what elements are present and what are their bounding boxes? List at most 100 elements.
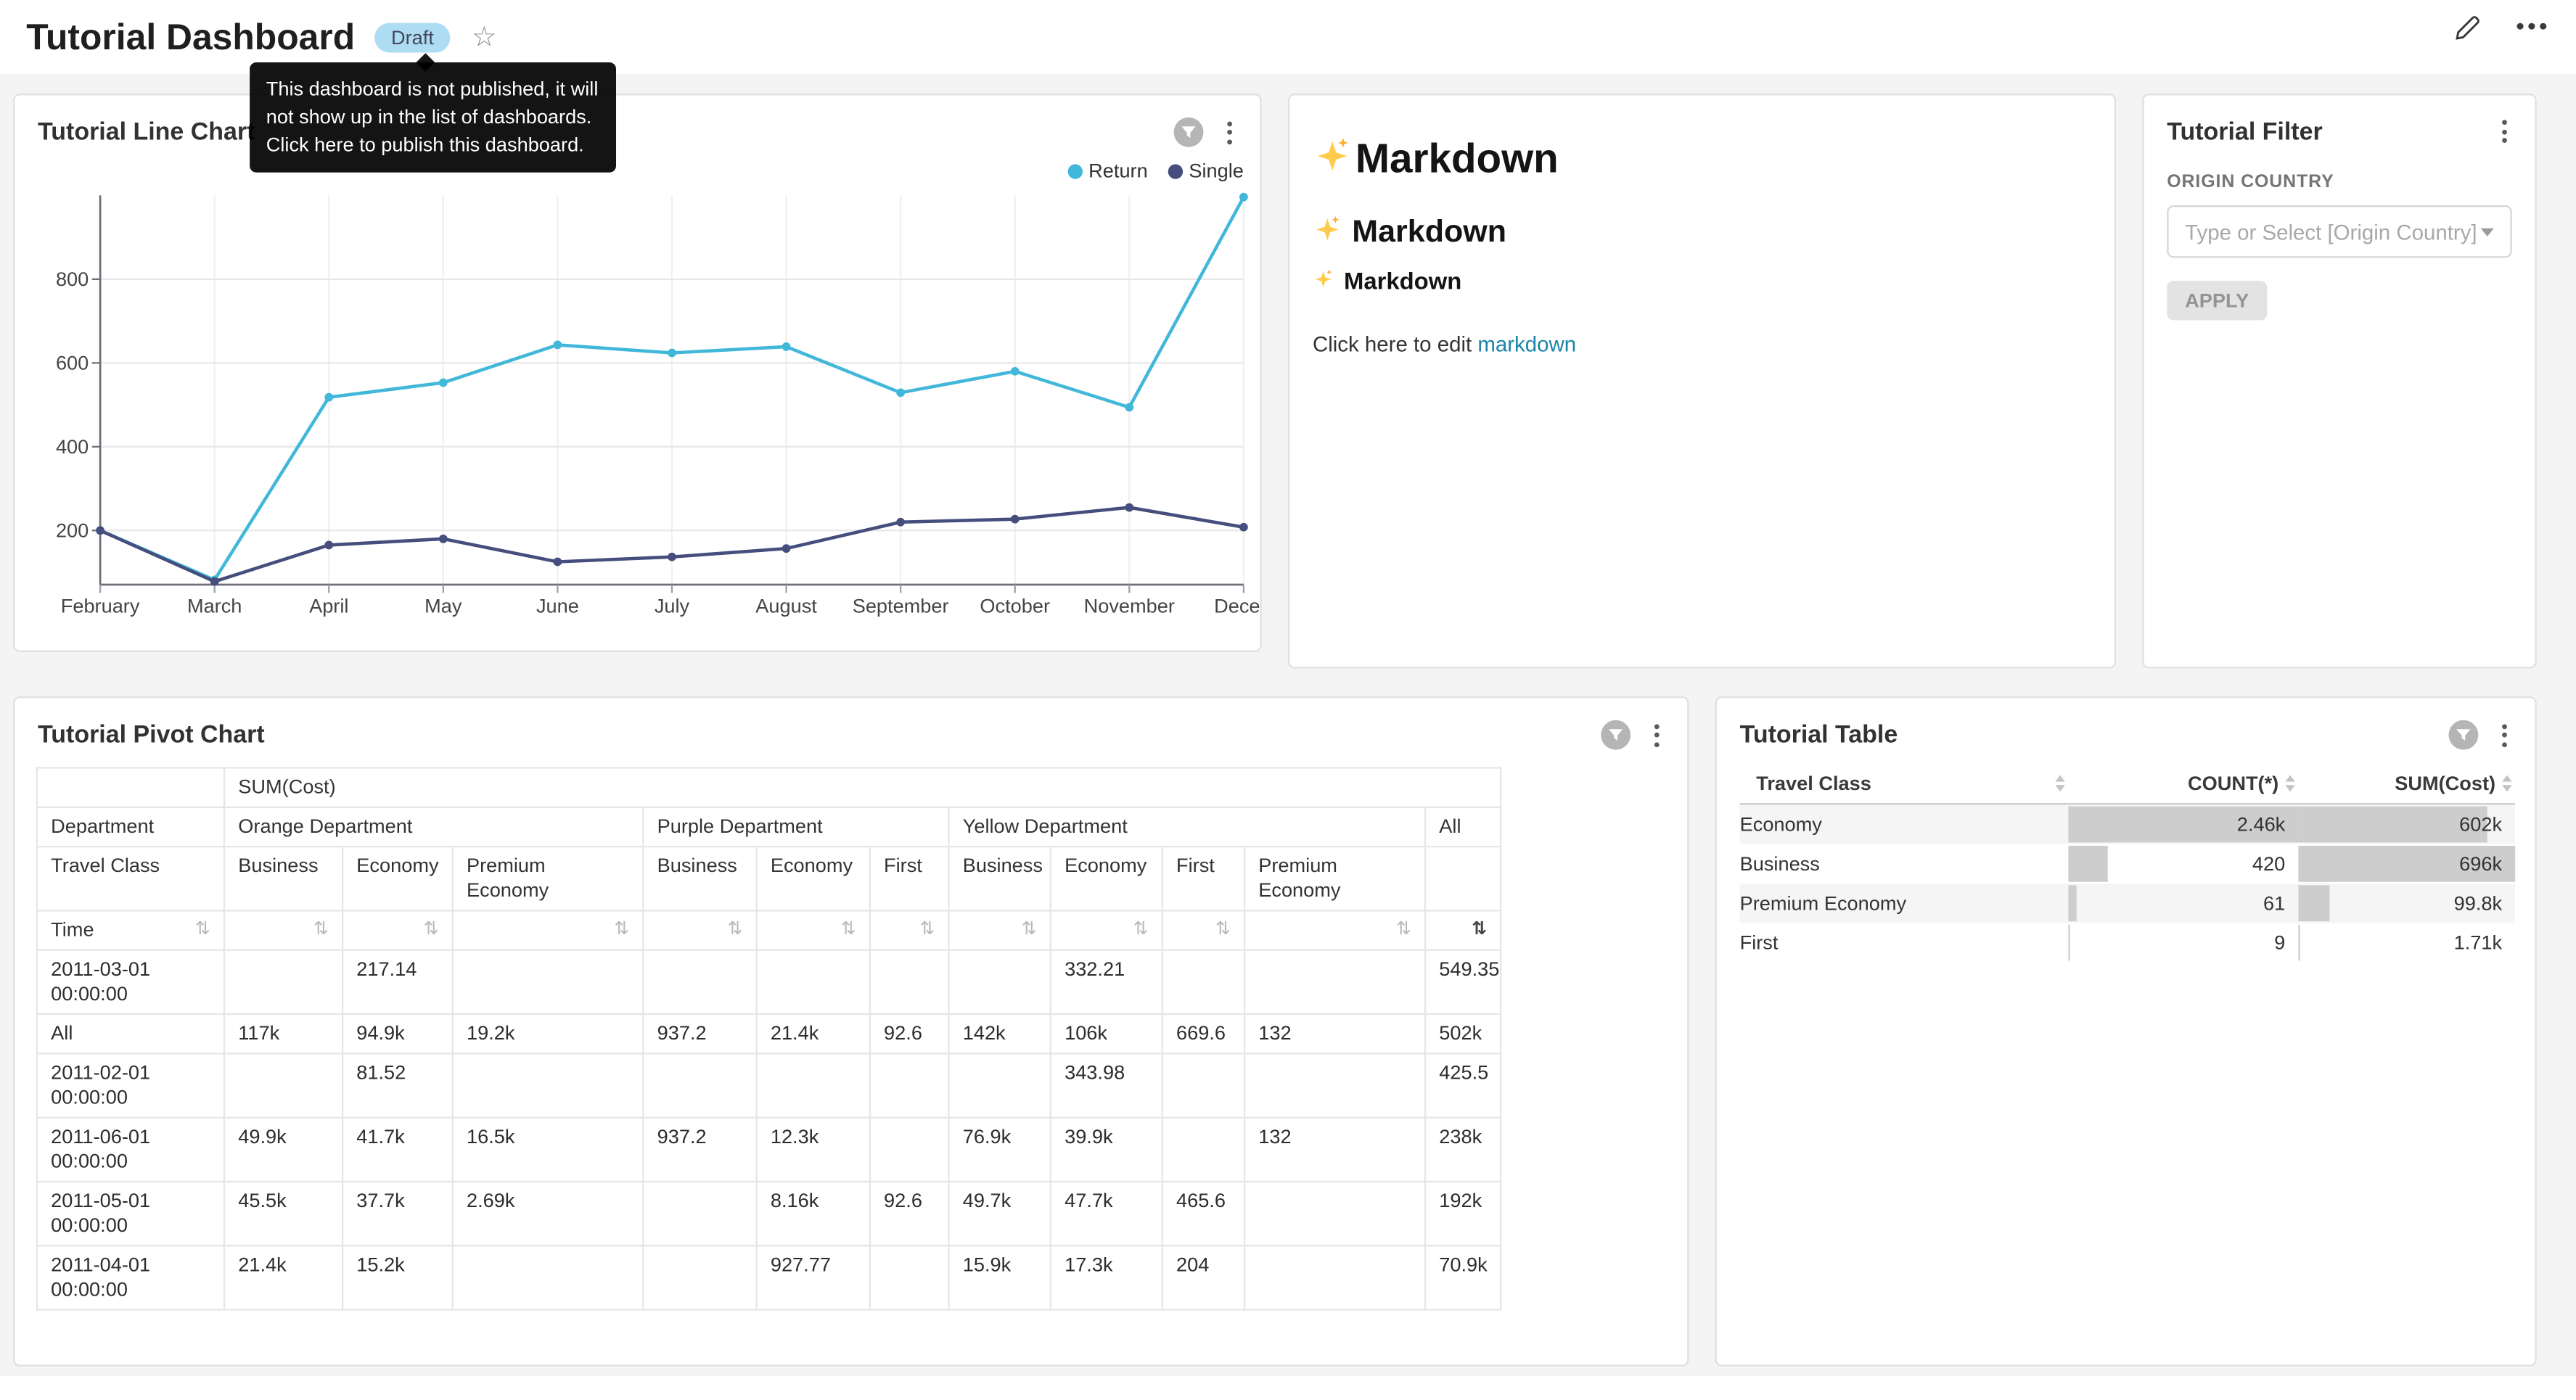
apply-button[interactable]: APPLY bbox=[2167, 281, 2267, 320]
kebab-menu-icon[interactable] bbox=[2494, 720, 2515, 750]
value-label: 61 bbox=[2068, 884, 2298, 923]
sparkles-icon bbox=[1313, 268, 1334, 295]
pivot-value-cell: 47.7k bbox=[1051, 1182, 1162, 1245]
pivot-value-cell: 669.6 bbox=[1162, 1014, 1244, 1053]
pivot-value-cell: 117k bbox=[224, 1014, 342, 1053]
data-point bbox=[324, 541, 333, 550]
legend-item-return[interactable]: Return bbox=[1067, 160, 1148, 183]
markdown-paragraph-text: Click here to edit bbox=[1313, 332, 1477, 356]
pivot-value-cell: 937.2 bbox=[643, 1118, 756, 1182]
unpublished-tooltip: This dashboard is not published, it will… bbox=[250, 62, 616, 173]
header-actions bbox=[2453, 13, 2550, 51]
pivot-sort-cell: ⇅ bbox=[453, 910, 644, 950]
data-point bbox=[668, 553, 676, 561]
pivot-subcolumn-header: Business bbox=[948, 847, 1050, 910]
pivot-subdimension-header: Travel Class bbox=[37, 847, 224, 910]
svg-text:August: August bbox=[755, 594, 817, 617]
kebab-menu-icon[interactable] bbox=[2494, 117, 2515, 147]
sort-icon[interactable]: ⇅ bbox=[1396, 918, 1411, 943]
value-cell: 420 bbox=[2068, 844, 2298, 884]
markdown-heading-3: Markdown bbox=[1313, 268, 2091, 295]
pivot-row: 2011-05-01 00:00:0045.5k37.7k2.69k8.16k9… bbox=[37, 1182, 1501, 1245]
line-chart-card: Tutorial Line Chart ReturnSingle 2004006… bbox=[13, 94, 1262, 652]
column-header-travel-class[interactable]: Travel Class bbox=[1740, 764, 2069, 804]
sort-icon-active[interactable]: ⇅ bbox=[1472, 918, 1487, 943]
origin-country-select[interactable]: Type or Select [Origin Country] bbox=[2167, 205, 2511, 258]
pivot-value-cell: 37.7k bbox=[342, 1182, 453, 1245]
pivot-sort-cell: ⇅ bbox=[224, 910, 342, 950]
markdown-heading-1: Markdown bbox=[1313, 135, 2091, 186]
origin-country-label: ORIGIN COUNTRY bbox=[2167, 173, 2511, 192]
table-row: First91.71k bbox=[1740, 923, 2516, 962]
pivot-value-cell bbox=[757, 950, 870, 1014]
pivot-value-cell: 39.9k bbox=[1051, 1118, 1162, 1182]
more-options-icon[interactable] bbox=[2516, 13, 2546, 39]
pivot-value-cell: 41.7k bbox=[342, 1118, 453, 1182]
kebab-menu-icon[interactable] bbox=[1646, 720, 1668, 750]
pivot-value-cell: 92.6 bbox=[870, 1014, 949, 1053]
data-point bbox=[210, 577, 219, 586]
edit-markdown-link[interactable]: markdown bbox=[1477, 332, 1576, 356]
svg-text:November: November bbox=[1084, 594, 1175, 617]
pivot-sort-cell: ⇅ bbox=[1051, 910, 1162, 950]
edit-dashboard-icon[interactable] bbox=[2453, 13, 2482, 51]
value-label: 696k bbox=[2298, 844, 2515, 884]
svg-text:200: 200 bbox=[56, 519, 89, 541]
pivot-value-cell: 8.16k bbox=[757, 1182, 870, 1245]
value-cell: 602k bbox=[2298, 804, 2515, 844]
sort-icon[interactable]: ⇅ bbox=[1133, 918, 1149, 943]
data-point bbox=[1239, 523, 1248, 532]
sort-icon[interactable]: ⇅ bbox=[313, 918, 329, 943]
sparkles-icon bbox=[1313, 135, 1352, 186]
data-point bbox=[896, 518, 905, 527]
data-point bbox=[668, 349, 676, 358]
line-chart-canvas[interactable]: 200400600800FebruaryMarchAprilMayJuneJul… bbox=[15, 161, 1261, 641]
sort-icon[interactable] bbox=[2285, 775, 2295, 792]
dashboard-page: Tutorial Dashboard Draft ☆ This dashboar… bbox=[0, 0, 2576, 1399]
pivot-value-cell: 132 bbox=[1244, 1014, 1425, 1053]
sort-icon[interactable]: ⇅ bbox=[1022, 918, 1037, 943]
column-header-count[interactable]: COUNT(*) bbox=[2068, 764, 2298, 804]
pivot-value-cell: 15.2k bbox=[342, 1245, 453, 1309]
pivot-subcolumn-header: First bbox=[1162, 847, 1244, 910]
legend-dot bbox=[1168, 163, 1182, 178]
pivot-value-cell: 16.5k bbox=[453, 1118, 644, 1182]
pivot-sort-cell: ⇅ bbox=[1162, 910, 1244, 950]
filter-indicator-icon[interactable] bbox=[1600, 720, 1631, 751]
sort-icon[interactable]: ⇅ bbox=[424, 918, 439, 943]
pivot-group-header: All bbox=[1425, 807, 1501, 847]
pivot-value-cell: 927.77 bbox=[757, 1245, 870, 1309]
draft-badge[interactable]: Draft bbox=[374, 22, 450, 52]
svg-text:March: March bbox=[187, 594, 242, 617]
sort-icon[interactable]: ⇅ bbox=[1215, 918, 1231, 943]
sort-icon[interactable]: ⇅ bbox=[919, 918, 935, 943]
sort-icon[interactable] bbox=[2502, 775, 2512, 792]
pivot-measure-header: SUM(Cost) bbox=[224, 767, 1501, 807]
svg-text:600: 600 bbox=[56, 351, 89, 374]
sort-icon[interactable]: ⇅ bbox=[841, 918, 856, 943]
pivot-value-cell: 49.9k bbox=[224, 1118, 342, 1182]
kebab-menu-icon[interactable] bbox=[1219, 118, 1240, 147]
filter-indicator-icon[interactable] bbox=[2448, 720, 2479, 751]
sort-icon[interactable]: ⇅ bbox=[195, 918, 210, 943]
pivot-value-cell bbox=[643, 1182, 756, 1245]
pivot-row-header: 2011-02-01 00:00:00 bbox=[37, 1053, 224, 1117]
pivot-subcolumn-header: Business bbox=[643, 847, 756, 910]
sort-icon[interactable]: ⇅ bbox=[727, 918, 742, 943]
pivot-value-cell bbox=[1162, 1118, 1244, 1182]
filter-indicator-icon[interactable] bbox=[1173, 117, 1205, 148]
pivot-value-cell bbox=[453, 1053, 644, 1117]
page-title: Tutorial Dashboard bbox=[26, 16, 355, 59]
pivot-value-cell: 94.9k bbox=[342, 1014, 453, 1053]
pivot-table: SUM(Cost)DepartmentOrange DepartmentPurp… bbox=[36, 767, 1502, 1310]
column-header-sum-cost[interactable]: SUM(Cost) bbox=[2298, 764, 2515, 804]
sort-icon[interactable]: ⇅ bbox=[614, 918, 629, 943]
table-row: Premium Economy6199.8k bbox=[1740, 884, 2516, 923]
pivot-value-cell bbox=[1162, 950, 1244, 1014]
pivot-value-cell: 2.69k bbox=[453, 1182, 644, 1245]
value-cell: 99.8k bbox=[2298, 884, 2515, 923]
sort-icon[interactable] bbox=[2055, 775, 2065, 792]
value-label: 99.8k bbox=[2298, 884, 2515, 923]
legend-item-single[interactable]: Single bbox=[1168, 160, 1244, 183]
favorite-star-icon[interactable]: ☆ bbox=[472, 23, 497, 51]
